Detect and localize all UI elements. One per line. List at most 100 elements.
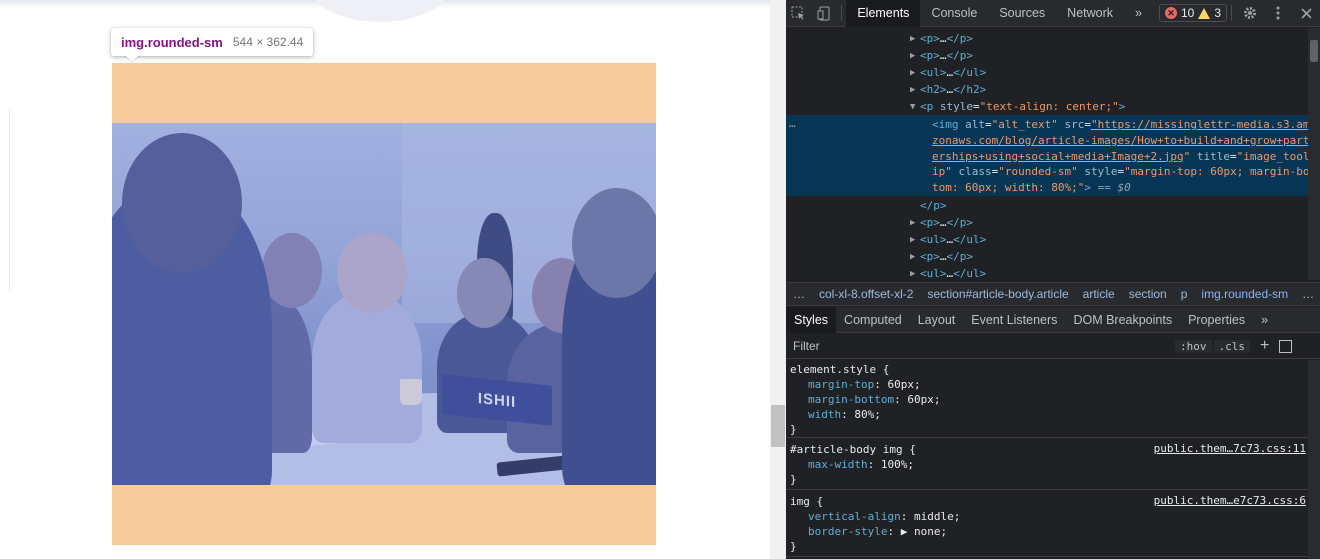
dom-collapsed-dots: … [939, 32, 947, 45]
dom-collapsed-dots: … [939, 49, 947, 62]
dom-collapsed-dots: … [946, 233, 954, 246]
article-image[interactable]: ISHII [112, 123, 656, 485]
expand-arrow-icon[interactable]: ▶ [910, 235, 920, 245]
dom-node[interactable]: ▶ <ul>… </ul> [786, 64, 1308, 81]
dom-node-p-close[interactable]: </p> [786, 197, 1308, 214]
expand-arrow-icon[interactable]: ▶ [910, 51, 920, 61]
selected-line-2: zonaws.com/blog/article-images/How+to+bu… [932, 133, 1310, 149]
dom-node[interactable]: ▶ <ul>… </ul> [786, 231, 1308, 248]
expand-arrow-icon[interactable]: ▶ [910, 68, 920, 78]
breadcrumb-article[interactable]: article [1076, 287, 1122, 301]
collapse-arrow-icon[interactable]: ▼ [910, 102, 920, 112]
expand-arrow-icon[interactable]: ▶ [910, 34, 920, 44]
dom-tag-close: </ul> [953, 66, 987, 79]
margin-bottom-highlight [112, 485, 656, 545]
dom-node[interactable]: ▶ <p>… </p> [786, 47, 1308, 64]
console-ref-variable: $0 [1117, 181, 1131, 195]
gear-icon[interactable] [1236, 0, 1264, 27]
style-declaration[interactable]: margin-bottom: 60px; [808, 392, 940, 407]
hov-toggle[interactable]: :hov [1175, 339, 1212, 353]
kebab-menu-icon[interactable] [1264, 0, 1292, 27]
expand-arrow-icon[interactable]: ▶ [910, 218, 920, 228]
rule-selector: img { [790, 495, 824, 508]
margin-top-highlight [112, 63, 656, 123]
page-scrollbar-thumb[interactable] [771, 405, 785, 447]
dom-tag-open: <p> [920, 49, 940, 62]
rule-source-link[interactable]: public.them…7c73.css:11 [1154, 442, 1306, 455]
dom-attr-value: tom: 60px; width: 80%;" [932, 181, 1085, 195]
dom-attr-value: "text-align: center;" [979, 100, 1119, 113]
tab-network[interactable]: Network [1056, 0, 1124, 27]
styles-filter-input[interactable] [793, 336, 1173, 356]
image-src-link[interactable]: zonaws.com/blog/article-images/How+to+bu… [932, 134, 1310, 147]
image-src-link[interactable]: "https://missinglettr-media.s3.am [1091, 118, 1310, 131]
breadcrumb-overflow-right[interactable]: … [1295, 287, 1320, 301]
style-declaration[interactable]: width: 80%; [808, 407, 881, 422]
dom-attr-value: ip" [932, 165, 952, 179]
styles-pane-scrollbar[interactable] [1308, 360, 1320, 559]
css-property: width [808, 408, 842, 421]
more-tabs-icon[interactable]: » [1124, 0, 1153, 27]
dom-node-p-expanded[interactable]: ▼ <p style = "text-align: center;" > [786, 98, 1308, 115]
warning-icon [1198, 7, 1211, 19]
page-scrollbar[interactable] [770, 0, 786, 559]
dom-node[interactable]: ▶ <ul>… </ul> [786, 265, 1308, 280]
issues-badge[interactable]: ✕ 10 3 [1158, 4, 1228, 22]
tab-sources[interactable]: Sources [988, 0, 1056, 27]
image-src-link[interactable]: erships+using+social+media+Image+2.jpg [932, 150, 1184, 163]
expand-arrow-icon[interactable]: ▶ [910, 85, 920, 95]
breadcrumb-col[interactable]: col-xl-8.offset-xl-2 [812, 287, 920, 301]
tab-styles[interactable]: Styles [786, 306, 837, 333]
rule-source-link[interactable]: public.them…e7c73.css:6 [1154, 494, 1306, 507]
css-property: max-width [808, 458, 868, 471]
breadcrumb-p[interactable]: p [1174, 287, 1195, 301]
rule-selector: #article-body img { [790, 443, 916, 456]
node-actions-ellipsis[interactable]: … [789, 117, 796, 130]
expand-arrow-icon[interactable]: ▶ [910, 252, 920, 262]
tab-elements[interactable]: Elements [846, 0, 921, 27]
dom-tag-close: </p> [920, 199, 947, 212]
more-sub-tabs-icon[interactable]: » [1253, 307, 1276, 333]
dom-tag-close: </p> [946, 32, 974, 45]
dom-attr-value: "margin-top: 60px; margin-bo [1124, 165, 1310, 179]
close-icon[interactable] [1292, 0, 1320, 27]
inspect-element-icon[interactable] [786, 0, 812, 27]
tab-computed[interactable]: Computed [836, 307, 910, 333]
tab-dom-breakpoints[interactable]: DOM Breakpoints [1065, 307, 1180, 333]
dom-node[interactable]: ▶ <h2>… </h2> [786, 81, 1308, 98]
dom-node[interactable]: ▶ <p>… </p> [786, 248, 1308, 265]
breadcrumb-section-article-body[interactable]: section#article-body.article [920, 287, 1075, 301]
dom-node[interactable]: ▶ <p>… </p> [786, 30, 1308, 47]
dom-tree-scrollbar-thumb[interactable] [1310, 40, 1318, 62]
styles-pane: element.style { margin-top: 60px; margin… [786, 360, 1308, 559]
device-toggle-icon[interactable] [812, 0, 838, 27]
breadcrumb-section[interactable]: section [1122, 287, 1174, 301]
dom-collapsed-dots: … [939, 250, 947, 263]
style-declaration[interactable]: margin-top: 60px; [808, 377, 921, 392]
style-declaration[interactable]: vertical-align: middle; [808, 509, 960, 524]
header-decoration [310, 0, 450, 22]
dom-node[interactable]: ▶ <p>… </p> [786, 214, 1308, 231]
tab-layout[interactable]: Layout [910, 307, 964, 333]
dom-tree-scrollbar[interactable] [1308, 28, 1320, 280]
dom-tag-open: <h2> [920, 83, 947, 96]
dom-attr-value: "alt_text" [991, 118, 1058, 131]
selected-line-3: erships+using+social+media+Image+2.jpg" … [932, 149, 1310, 163]
breadcrumb-overflow-left[interactable]: … [786, 287, 812, 301]
css-value: 60px; [907, 393, 941, 406]
rule-selector: element.style { [790, 363, 890, 376]
expand-arrow-icon[interactable]: ▶ [910, 269, 920, 279]
new-rule-icon[interactable]: + [1260, 337, 1269, 355]
css-property: vertical-align [808, 510, 901, 523]
toolbar-separator [1231, 5, 1233, 21]
style-declaration[interactable]: border-style: ▶ none; [808, 524, 947, 539]
toggle-sidebar-icon[interactable] [1279, 339, 1293, 353]
breadcrumb-img-selected[interactable]: img.rounded-sm [1194, 287, 1295, 301]
style-rule-element: element.style { margin-top: 60px; margin… [786, 360, 1308, 438]
tab-console[interactable]: Console [920, 0, 988, 27]
style-declaration[interactable]: max-width: 100%; [808, 457, 914, 472]
toolbar-separator [841, 5, 843, 21]
tab-properties[interactable]: Properties [1180, 307, 1253, 333]
cls-toggle[interactable]: .cls [1213, 339, 1250, 353]
tab-event-listeners[interactable]: Event Listeners [963, 307, 1065, 333]
